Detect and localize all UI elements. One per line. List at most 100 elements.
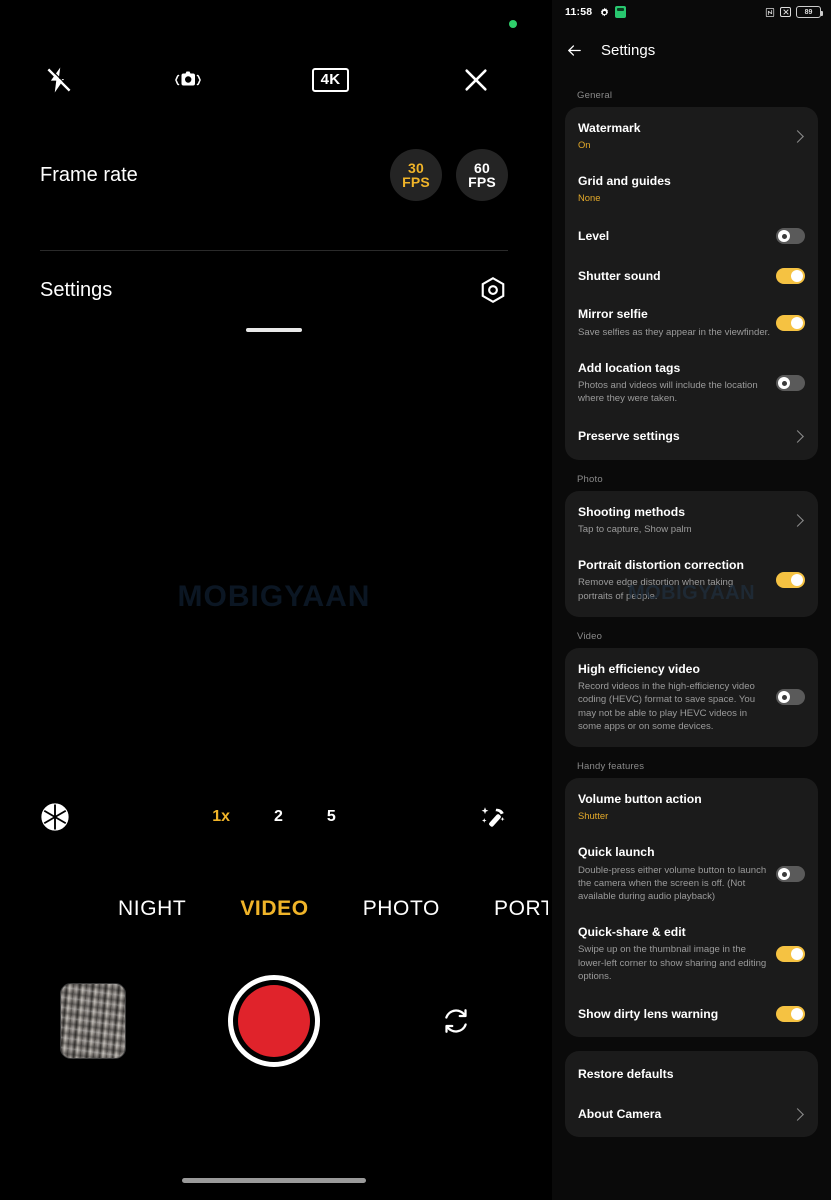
resolution-button[interactable]: 4K: [258, 68, 403, 92]
mode-portrait[interactable]: PORTRAIT: [494, 897, 548, 921]
setting-title: Watermark: [578, 121, 641, 135]
camera-settings-row[interactable]: Settings: [40, 265, 508, 315]
nfc-icon: [765, 7, 775, 18]
magic-wand-icon: [478, 802, 508, 832]
record-button[interactable]: [228, 975, 320, 1067]
aperture-button[interactable]: [0, 802, 110, 832]
setting-row-volume-button-action[interactable]: Volume button action Shutter: [565, 781, 818, 834]
zoom-option-1x[interactable]: 1x: [212, 808, 230, 826]
toggle-mirror-selfie[interactable]: [776, 315, 805, 332]
toggle-portrait-distortion-correction[interactable]: [776, 572, 805, 589]
setting-title: Preserve settings: [578, 429, 680, 444]
setting-value: Shutter: [578, 810, 609, 822]
setting-row-watermark[interactable]: Watermark On: [565, 110, 818, 163]
setting-row-shooting-methods[interactable]: Shooting methods Tap to capture, Show pa…: [565, 494, 818, 547]
setting-title: Grid and guides: [578, 174, 671, 189]
setting-row-restore-defaults[interactable]: Restore defaults: [565, 1054, 818, 1094]
resolution-badge: 4K: [311, 68, 350, 92]
page-title: Settings: [601, 41, 656, 59]
setting-row-grid-and-guides[interactable]: Grid and guides None: [565, 163, 818, 216]
toggle-knob: [791, 574, 803, 587]
toggle-shutter-sound[interactable]: [776, 268, 805, 285]
setting-row-quick-share-and-edit[interactable]: Quick-share & edit Swipe up on the thumb…: [565, 914, 818, 994]
record-button-wrap[interactable]: [185, 975, 363, 1067]
fps-60-unit: FPS: [468, 174, 496, 190]
camera-viewfinder-panel: 4K Frame rate 30 FPS 60 FPS Settings MOB…: [0, 0, 548, 1200]
status-bar: 11:58 89: [552, 0, 831, 24]
stabilization-icon: [171, 67, 205, 93]
setting-title: Mirror selfie: [578, 307, 648, 322]
toggle-add-location-tags[interactable]: [776, 375, 805, 392]
settings-card-footer: Restore defaults About Camera: [565, 1051, 818, 1138]
mode-night[interactable]: NIGHT: [118, 897, 186, 921]
camera-settings-panel: 11:58 89 Settings General Watermark On G…: [552, 0, 831, 1200]
battery-level: 89: [804, 8, 813, 16]
sheet-drag-handle[interactable]: [246, 328, 302, 332]
toggle-knob: [791, 317, 803, 330]
setting-row-high-efficiency-video[interactable]: High efficiency video Record videos in t…: [565, 651, 818, 744]
toggle-high-efficiency-video[interactable]: [776, 689, 805, 706]
setting-title: Shutter sound: [578, 268, 661, 283]
gallery-thumbnail-button[interactable]: [0, 983, 185, 1059]
frame-rate-label: Frame rate: [40, 163, 138, 186]
back-arrow-icon[interactable]: [566, 42, 583, 59]
setting-title: About Camera: [578, 1106, 662, 1121]
home-gesture-bar[interactable]: [182, 1178, 366, 1183]
fps-option-30[interactable]: 30 FPS: [390, 149, 442, 201]
status-bar-clock: 11:58: [565, 6, 593, 18]
stabilization-button[interactable]: [118, 67, 258, 93]
setting-description: Save selfies as they appear in the viewf…: [578, 326, 770, 338]
flash-off-icon: [44, 65, 74, 95]
setting-row-about-camera[interactable]: About Camera: [565, 1094, 818, 1134]
setting-row-show-dirty-lens-warning[interactable]: Show dirty lens warning: [565, 994, 818, 1034]
setting-row-add-location-tags[interactable]: Add location tags Photos and videos will…: [565, 350, 818, 417]
toggle-quick-launch[interactable]: [776, 866, 805, 883]
setting-title: Portrait distortion correction: [578, 558, 744, 573]
recording-dot: [509, 20, 517, 28]
chevron-right-icon: [791, 514, 804, 527]
mode-video[interactable]: VIDEO: [240, 897, 308, 921]
settings-scroll-area[interactable]: General Watermark On Grid and guides Non…: [552, 76, 831, 1147]
setting-row-shutter-sound[interactable]: Shutter sound: [565, 256, 818, 296]
magic-wand-button[interactable]: [438, 802, 548, 832]
mode-photo[interactable]: PHOTO: [363, 897, 440, 921]
close-settings-button[interactable]: [403, 66, 548, 94]
toggle-level[interactable]: [776, 228, 805, 245]
settings-card-video: High efficiency video Record videos in t…: [565, 647, 818, 748]
setting-row-level[interactable]: Level: [565, 216, 818, 256]
toggle-knob: [791, 948, 803, 961]
setting-title: High efficiency video: [578, 661, 700, 676]
fps-30-value: 30: [408, 159, 424, 176]
zoom-levels: 1x 2 5: [110, 808, 438, 826]
camera-top-toolbar: 4K: [0, 55, 548, 105]
toggle-knob: [778, 691, 790, 704]
zoom-option-5x[interactable]: 5: [327, 808, 336, 826]
setting-description: Record videos in the high-efficiency vid…: [578, 681, 756, 732]
toggle-show-dirty-lens-warning[interactable]: [776, 1006, 805, 1023]
settings-app-bar: Settings: [552, 24, 831, 76]
toggle-knob: [791, 1008, 803, 1021]
status-bar-left-icons: [599, 6, 627, 18]
setting-description: Photos and videos will include the locat…: [578, 380, 758, 405]
fps-option-60[interactable]: 60 FPS: [456, 149, 508, 201]
flash-off-button[interactable]: [0, 65, 118, 95]
setting-row-quick-launch[interactable]: Quick launch Double-press either volume …: [565, 834, 818, 914]
setting-row-portrait-distortion-correction[interactable]: Portrait distortion correction Remove ed…: [565, 547, 818, 614]
setting-title: Level: [578, 228, 610, 243]
switch-camera-icon: [441, 1006, 471, 1036]
section-label-video: Video: [577, 630, 603, 642]
switch-camera-button[interactable]: [363, 1006, 548, 1036]
zoom-option-2x[interactable]: 2: [274, 808, 283, 826]
toggle-quick-share-and-edit[interactable]: [776, 946, 805, 963]
setting-row-mirror-selfie[interactable]: Mirror selfie Save selfies as they appea…: [565, 296, 818, 349]
setting-row-preserve-settings[interactable]: Preserve settings: [565, 417, 818, 457]
aperture-settings-icon[interactable]: [478, 275, 508, 305]
camera-watermark: MOBIGYAAN: [177, 580, 371, 613]
fps-60-value: 60: [474, 159, 490, 176]
toggle-knob: [778, 377, 790, 390]
setting-description: Remove edge distortion when taking portr…: [578, 577, 734, 602]
camera-mode-strip: NIGHT VIDEO PHOTO PORTRAIT: [0, 888, 548, 930]
frame-rate-row: Frame rate 30 FPS 60 FPS: [40, 143, 508, 207]
panel-divider: [40, 250, 508, 251]
